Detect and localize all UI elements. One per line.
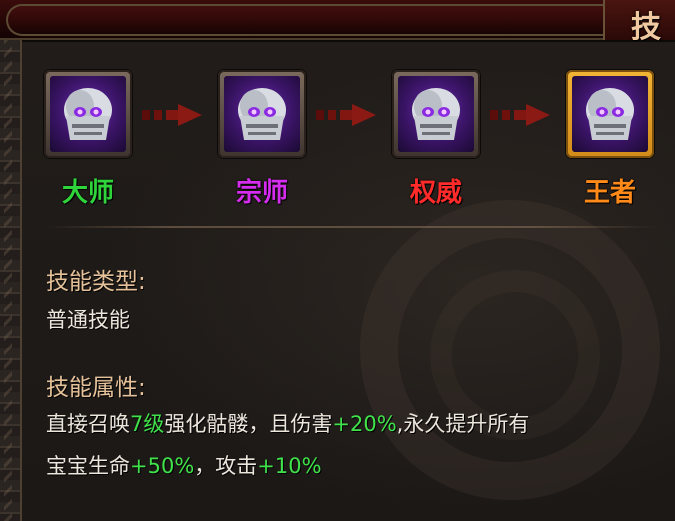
skill-panel: 技 大师 宗师 权威 王者 技能类型: 普通技能 技能属性: 直接召唤7级强化骷… <box>0 0 675 521</box>
skull-helmet-icon <box>238 88 286 140</box>
tier-icon-king[interactable] <box>566 70 654 158</box>
life-bonus: +50% <box>130 454 195 478</box>
skill-type-heading: 技能类型: <box>46 269 146 295</box>
tier-label-grandmaster: 宗师 <box>235 178 288 208</box>
tier-icon-authority[interactable] <box>392 70 480 158</box>
tier-label-master: 大师 <box>61 178 114 208</box>
attr-text: ，攻击 <box>194 454 258 478</box>
tier-label-authority: 权威 <box>409 178 462 208</box>
tier-icon-grandmaster[interactable] <box>218 70 306 158</box>
skull-helmet-icon <box>412 88 460 140</box>
attr-text: 宝宝生命 <box>46 454 130 478</box>
panel-title: 技 <box>631 10 663 45</box>
left-border <box>0 40 22 521</box>
skill-attr-line-1: 直接召唤7级强化骷髅，且伤害+20%,永久提升所有 <box>46 408 529 438</box>
skull-helmet-icon <box>64 88 112 140</box>
skill-type-value: 普通技能 <box>46 308 130 332</box>
skill-attr-line-2: 宝宝生命+50%，攻击+10% <box>46 450 322 480</box>
title-tab: 技 <box>603 0 675 45</box>
arrow-right-icon <box>490 104 550 126</box>
attr-text: 直接召唤 <box>46 412 130 436</box>
attr-text: ,永久提升所有 <box>396 412 530 436</box>
arrow-right-icon <box>142 104 202 126</box>
title-bar: 技 <box>0 0 675 45</box>
skill-icon-frame <box>398 76 474 152</box>
attr-text: 强化骷髅，且伤害 <box>164 412 333 436</box>
title-bar-frame <box>6 4 628 36</box>
skill-icon-frame <box>224 76 300 152</box>
damage-bonus: +20% <box>332 412 397 436</box>
attack-bonus: +10% <box>257 454 322 478</box>
skill-icon-frame <box>572 76 648 152</box>
arrow-right-icon <box>316 104 376 126</box>
skill-attr-heading: 技能属性: <box>46 375 146 401</box>
tier-label-king: 王者 <box>583 178 636 208</box>
summon-level: 7级 <box>130 412 165 436</box>
skull-helmet-icon <box>586 88 634 140</box>
skill-icon-frame <box>50 76 126 152</box>
tier-icon-master[interactable] <box>44 70 132 158</box>
section-divider <box>46 226 656 228</box>
